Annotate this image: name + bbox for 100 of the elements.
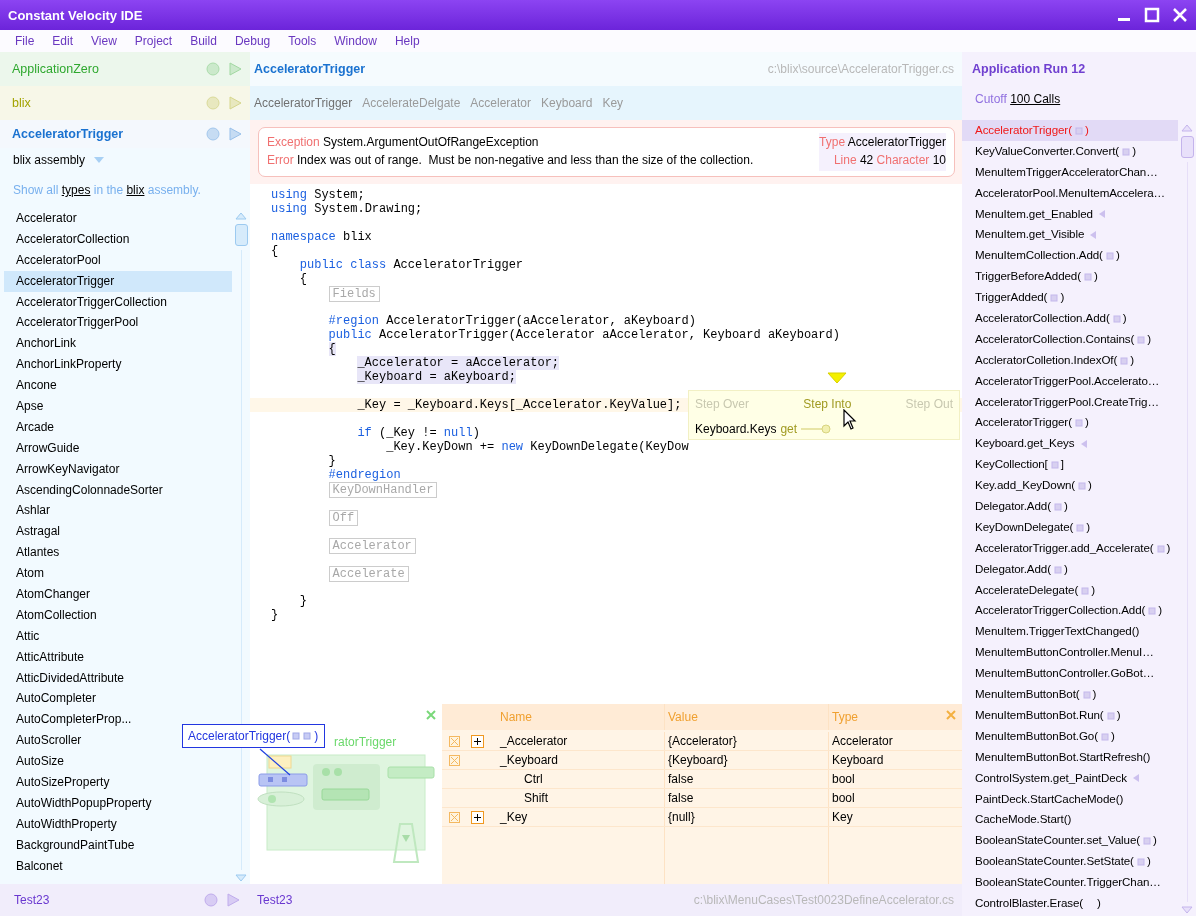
play-icon[interactable] [228,62,242,76]
play-icon[interactable] [226,893,240,907]
type-item[interactable]: AtomChanger [4,584,95,605]
menu-item[interactable]: File [6,34,44,48]
call-item[interactable]: MenuItem.get_Visible [962,224,1178,246]
type-item[interactable]: AscendingColonnadeSorter [4,479,167,501]
type-item[interactable]: AnchorLink [4,333,81,355]
text-link[interactable]: types [61,183,91,197]
call-item[interactable]: Delegator.Add( ) [962,558,1178,580]
type-item[interactable]: AtticAttribute [4,646,89,668]
type-item[interactable]: AutoSizeProperty [4,772,114,793]
remove-watch-icon[interactable] [448,735,460,747]
type-item[interactable]: AutoWidthPopupProperty [4,792,156,814]
type-item[interactable]: AtomCollection [4,604,101,626]
assembly-dropdown[interactable]: blix assembly [0,148,250,172]
type-item[interactable]: Accelerator [4,208,81,229]
breadcrumb-tab[interactable]: AcceleratorTrigger [254,96,353,110]
call-item[interactable]: Key.add_KeyDown( ) [962,475,1178,497]
type-item[interactable]: AcceleratorTrigger [4,270,232,292]
call-item[interactable]: MenuItemButtonController.MenuI… [962,642,1178,664]
call-item[interactable]: MenuItemButtonController.GoBot… [962,663,1178,685]
type-item[interactable]: AutoCompleterProp... [4,709,136,731]
call-item[interactable]: Keyboard.get_Keys [962,433,1178,455]
type-item[interactable]: Atlantes [4,542,64,564]
call-item[interactable]: KeyValueConverter.Convert( ) [962,140,1178,162]
call-item[interactable]: MenuItem.get_Enabled [962,203,1178,225]
cutoff-link[interactable]: 100 Calls [1010,92,1061,106]
call-item[interactable]: TriggerAdded( ) [962,287,1178,308]
menu-item[interactable]: Window [325,34,386,48]
call-item[interactable]: BooleanStateCounter.SetState( ) [962,851,1178,873]
call-item[interactable]: MenuItemButtonBot.StartRefresh() [962,746,1178,768]
play-icon[interactable] [228,127,242,141]
call-item[interactable]: AccleratorColletion.IndexOf( ) [962,349,1178,371]
menu-item[interactable]: Build [181,34,226,48]
call-item[interactable]: AcceleratorTriggerPool.CreateTrig… [962,391,1178,413]
type-item[interactable]: Ancone [4,375,61,396]
menu-item[interactable]: Project [125,34,182,48]
type-item[interactable]: AutoCompleter [4,688,101,710]
type-item[interactable]: AnchorLinkProperty [4,354,126,376]
menu-item[interactable]: Tools [279,34,326,48]
call-item[interactable]: ControlBlaster.Erase( ) [962,892,1178,914]
circle-icon[interactable] [206,127,220,141]
call-item[interactable]: KeyCollection[ ] [962,454,1178,476]
call-item[interactable]: BooleanStateCounter.set_Value( ) [962,830,1178,852]
type-item[interactable]: AutoScroller [4,730,86,752]
scroll-up-icon[interactable] [235,212,247,220]
call-item[interactable]: BooleanStateCounter.TriggerChan… [962,872,1178,893]
scroll-thumb[interactable] [234,224,248,246]
type-item[interactable]: AcceleratorCollection [4,228,134,250]
circle-icon[interactable] [206,62,220,76]
call-item[interactable]: AcceleratorPool.MenuItemAccelera… [962,182,1178,204]
call-item[interactable]: AcceleratorTriggerCollection.Add( ) [962,600,1178,622]
call-item[interactable]: AccelerateDelegate( ) [962,579,1178,601]
call-item[interactable]: PaintDeck.StartCacheMode() [962,788,1178,810]
scroll-down-icon[interactable] [1181,906,1193,914]
type-item[interactable]: ArrowGuide [4,437,84,459]
call-item[interactable]: Delegator.Add( ) [962,496,1178,517]
call-item[interactable]: MenuItemButtonBot( ) [962,684,1178,705]
scroll-down-icon[interactable] [235,874,247,882]
type-item[interactable]: AcceleratorTriggerCollection [4,291,171,313]
remove-watch-icon[interactable] [448,811,460,823]
call-item[interactable]: KeyDownDelegate( ) [962,516,1178,538]
type-item[interactable]: Atom [4,563,48,585]
remove-watch-icon[interactable] [448,754,460,766]
call-item[interactable]: AcceleratorTriggerPool.Accelerato… [962,370,1178,392]
circle-icon[interactable] [204,893,218,907]
menu-item[interactable]: Help [385,34,429,48]
call-item[interactable]: AcceleratorTrigger.add_Accelerate( ) [962,537,1178,559]
call-item[interactable]: ControlSystem.get_PaintDeck [962,767,1178,789]
type-item[interactable]: Attic [4,625,44,647]
text-link[interactable]: blix [126,183,145,197]
type-item[interactable]: AtticDividedAttribute [4,667,129,689]
expand-icon[interactable] [470,734,484,748]
call-item[interactable]: TriggerBeforeAdded( ) [962,266,1178,288]
type-item[interactable]: AutoSize [4,751,69,773]
menu-item[interactable]: Debug [225,34,280,48]
call-item[interactable]: CacheMode.Start() [962,809,1178,831]
call-item[interactable]: AcceleratorTrigger( ) [962,412,1178,434]
type-item[interactable]: Apse [4,396,48,417]
type-item[interactable]: AcceleratorTriggerPool [4,312,143,334]
circle-icon[interactable] [206,96,220,110]
type-item[interactable]: Ashlar [4,500,54,522]
menu-item[interactable]: Edit [43,34,83,48]
call-item[interactable]: MenuItemCollection.Add( ) [962,245,1178,267]
scroll-thumb[interactable] [1180,136,1194,158]
call-item[interactable]: MenuItemButtonBot.Go( ) [962,725,1178,747]
call-item[interactable]: MenuItem.TriggerTextChanged() [962,621,1178,643]
type-item[interactable]: ArrowKeyNavigator [4,458,124,480]
type-item[interactable]: Astragal [4,521,65,543]
type-item[interactable]: Arcade [4,416,59,438]
scroll-up-icon[interactable] [1181,124,1193,132]
expand-icon[interactable] [470,810,484,824]
play-icon[interactable] [228,96,242,110]
maximize-icon[interactable] [1144,7,1160,23]
type-item[interactable]: Balconet [4,855,67,877]
menu-item[interactable]: View [82,34,126,48]
call-item[interactable]: MenuItemTriggerAcceleratorChan… [962,161,1178,183]
call-item[interactable]: MenuItemButtonBot.Run( ) [962,704,1178,726]
call-item[interactable]: AcceleratorCollection.Add( ) [962,308,1178,329]
type-item[interactable]: AcceleratorPool [4,249,105,271]
